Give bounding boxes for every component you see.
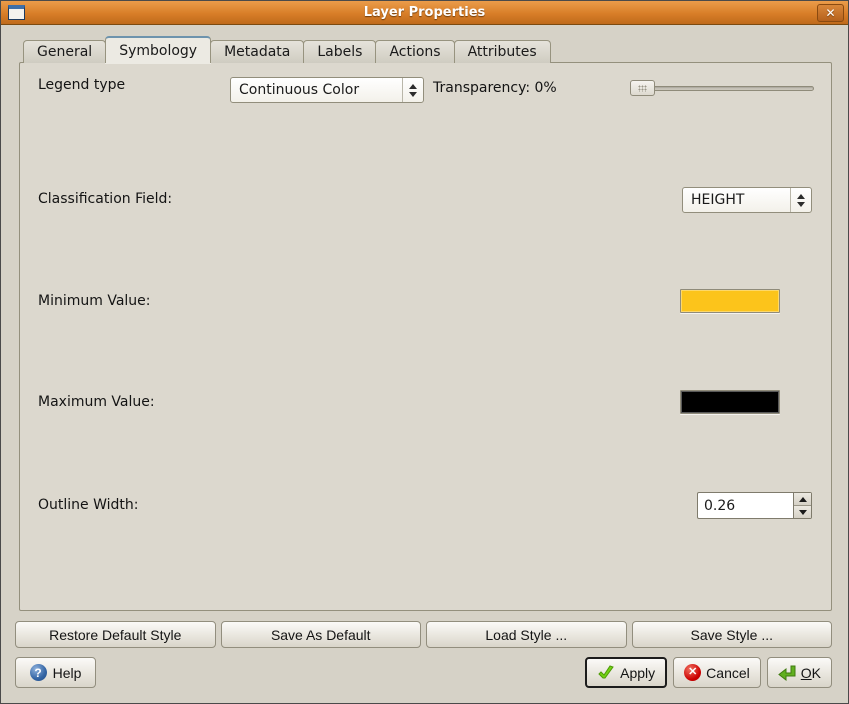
slider-grip-icon	[638, 85, 647, 92]
symbology-panel: Legend type Continuous Color Transparenc…	[19, 62, 832, 611]
outline-width-label: Outline Width:	[38, 497, 139, 513]
window-title: Layer Properties	[364, 5, 486, 20]
dialog-footer: ? Help Apply ✕ Cancel OK	[15, 657, 832, 688]
legend-type-value: Continuous Color	[231, 78, 402, 102]
tab-attributes[interactable]: Attributes	[454, 40, 551, 63]
outline-width-spinner[interactable]: 0.26	[697, 492, 812, 519]
tab-labels[interactable]: Labels	[303, 40, 376, 63]
maximum-value-label: Maximum Value:	[38, 394, 155, 410]
help-icon: ?	[30, 664, 47, 681]
tab-actions[interactable]: Actions	[375, 40, 454, 63]
cancel-button[interactable]: ✕ Cancel	[673, 657, 761, 688]
ok-label: OK	[801, 665, 821, 681]
apply-button[interactable]: Apply	[585, 657, 667, 688]
layer-properties-dialog: { "window": { "title": "Layer Properties…	[0, 0, 849, 704]
tab-general[interactable]: General	[23, 40, 106, 63]
cancel-label: Cancel	[706, 665, 750, 681]
legend-type-label: Legend type	[38, 77, 125, 93]
maximum-color-button[interactable]	[680, 390, 780, 414]
spin-up-icon[interactable]	[794, 493, 811, 505]
slider-track	[630, 86, 814, 91]
minimum-color-button[interactable]	[680, 289, 780, 313]
cancel-x-icon: ✕	[684, 664, 701, 681]
restore-default-style-button[interactable]: Restore Default Style	[15, 621, 216, 648]
combo-arrows-icon	[402, 78, 423, 102]
combo-arrows-icon	[790, 188, 811, 212]
classification-field-label: Classification Field:	[38, 191, 172, 207]
style-buttons-row: Restore Default Style Save As Default Lo…	[15, 621, 832, 648]
load-style-button[interactable]: Load Style ...	[426, 621, 627, 648]
classification-field-value: HEIGHT	[683, 188, 790, 212]
save-as-default-button[interactable]: Save As Default	[221, 621, 422, 648]
checkmark-icon	[597, 665, 615, 681]
save-style-button[interactable]: Save Style ...	[632, 621, 833, 648]
transparency-label: Transparency: 0%	[433, 80, 557, 96]
outline-width-value: 0.26	[698, 493, 793, 518]
help-label: Help	[53, 665, 82, 681]
slider-handle[interactable]	[630, 80, 655, 96]
titlebar[interactable]: Layer Properties ✕	[1, 1, 848, 25]
transparency-slider[interactable]	[630, 80, 814, 96]
window-icon	[8, 5, 25, 20]
help-button[interactable]: ? Help	[15, 657, 96, 688]
close-icon[interactable]: ✕	[817, 4, 844, 22]
tab-symbology[interactable]: Symbology	[105, 36, 211, 63]
enter-arrow-icon	[778, 665, 796, 681]
ok-button[interactable]: OK	[767, 657, 832, 688]
classification-field-select[interactable]: HEIGHT	[682, 187, 812, 213]
minimum-value-label: Minimum Value:	[38, 293, 151, 309]
apply-label: Apply	[620, 665, 655, 681]
tab-metadata[interactable]: Metadata	[210, 40, 304, 63]
spin-down-icon[interactable]	[794, 505, 811, 518]
tab-bar: General Symbology Metadata Labels Action…	[23, 37, 550, 63]
legend-type-select[interactable]: Continuous Color	[230, 77, 424, 103]
